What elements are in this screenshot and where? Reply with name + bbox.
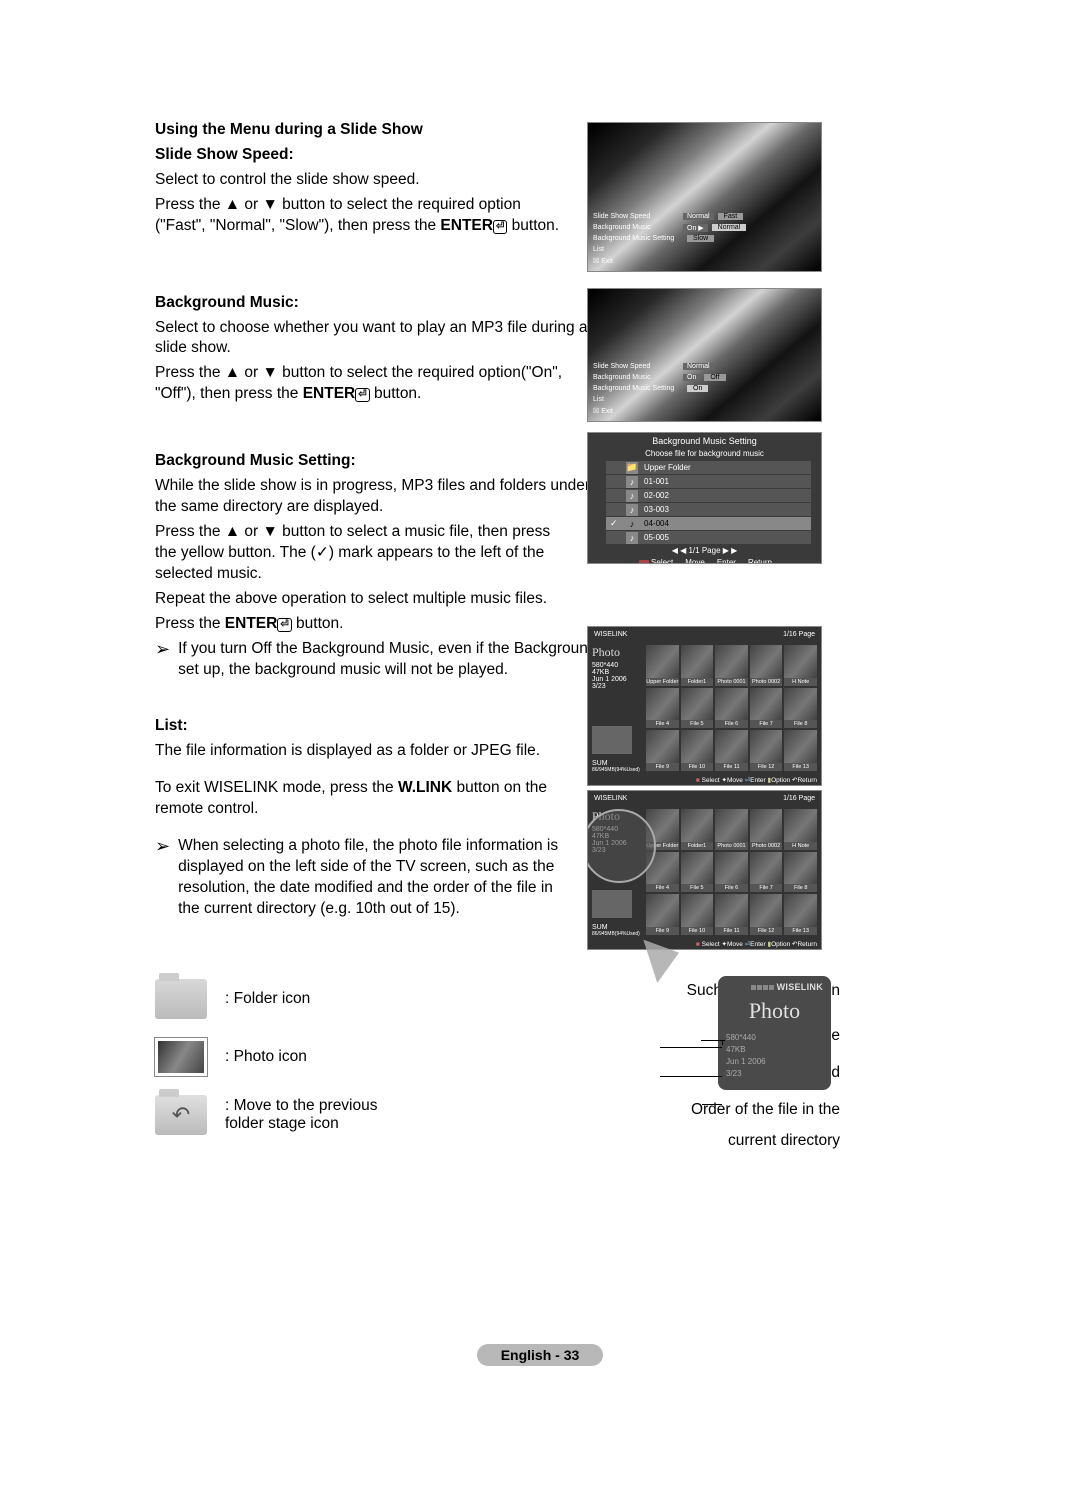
heading-menu-slideshow: Using the Menu during a Slide Show [155,120,595,141]
screenshot-bgmusic: Slide Show SpeedNormal Background MusicO… [587,288,822,422]
music-icon: ♪ [626,490,638,502]
music-icon: ♪ [626,518,638,530]
photo-icon [155,1038,207,1076]
icon-legend: : Folder icon : Photo icon : Move to the… [155,970,378,1144]
bgm-l2: Press the ▲ or ▼ button to select the re… [155,363,595,405]
heading-bgm: Background Music: [155,293,595,314]
list-l2: To exit WISELINK mode, press the W.LINK … [155,778,595,820]
enter-icon: ⏎ [277,618,291,632]
main-text-column: Using the Menu during a Slide Show Slide… [155,120,595,920]
heading-speed: Slide Show Speed: [155,145,595,166]
enter-icon: ⏎ [355,388,369,402]
info-filesize: 47KB [726,1044,823,1056]
note-arrow-icon: ➢ [155,639,170,681]
speed-l1: Select to control the slide show speed. [155,170,595,191]
speed-l2: Press the ▲ or ▼ button to select the re… [155,195,595,237]
note-arrow-icon: ➢ [155,836,170,920]
bgm-setting-l2: Press the ▲ or ▼ button to select a musi… [155,522,575,585]
music-icon: ♪ [626,504,638,516]
bgm-setting-l1: While the slide show is in progress, MP3… [155,476,595,518]
page-footer: English - 33 [0,1344,1080,1366]
screenshot-wiselink-list-2-zoom: WISELINK1/16 Page Photo 580*44047KB Jun … [587,790,822,950]
screenshot-slideshow-speed: Slide Show SpeedNormalFast Background Mu… [587,122,822,272]
folder-icon: 📁 [626,462,638,474]
list-note: ➢ When selecting a photo file, the photo… [155,836,595,920]
bgm-l1: Select to choose whether you want to pla… [155,318,595,360]
heading-list: List: [155,716,595,737]
enter-icon: ⏎ [493,220,507,234]
info-order: 3/23 [726,1068,823,1080]
info-date: Jun 1 2006 [726,1056,823,1068]
music-icon: ♪ [626,532,638,544]
screenshot-bgm-setting-dialog: Background Music Setting Choose file for… [587,432,822,564]
bgm-setting-l3: Repeat the above operation to select mul… [155,589,825,610]
folder-icon [155,979,207,1019]
list-l1: The file information is displayed as a f… [155,741,595,762]
info-resolution: 580*440 [726,1032,823,1044]
screenshot-wiselink-list-1: WISELINK1/16 Page Photo 580*44047KB Jun … [587,626,822,786]
music-icon: ♪ [626,476,638,488]
wiselink-info-panel: WISELINK Photo 580*440 47KB Jun 1 2006 3… [718,976,831,1090]
previous-folder-icon [155,1095,207,1135]
